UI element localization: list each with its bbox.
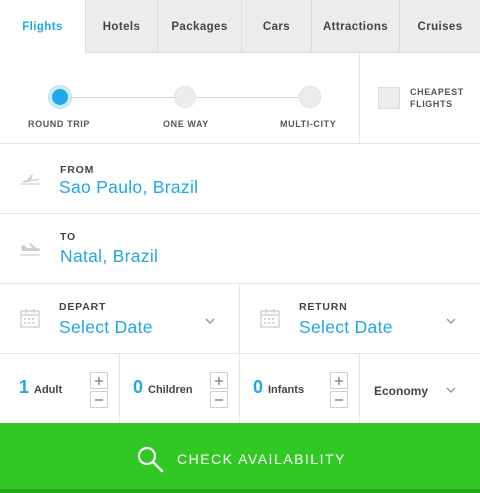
plus-icon: [215, 376, 223, 385]
plus-icon: [95, 376, 103, 385]
children-count: 0: [133, 377, 144, 397]
passenger-divider: [119, 354, 120, 424]
children-decrement-button[interactable]: [210, 391, 228, 408]
passenger-divider: [239, 354, 240, 424]
cheapest-flights-checkbox[interactable]: [378, 87, 400, 109]
tab-packages[interactable]: Packages: [158, 0, 242, 53]
tab-hotels[interactable]: Hotels: [86, 0, 158, 53]
plus-icon: [335, 376, 343, 385]
return-date-input[interactable]: Select Date: [299, 317, 393, 338]
infants-increment-button[interactable]: [330, 372, 348, 389]
infants-decrement-button[interactable]: [330, 391, 348, 408]
cheapest-label-line1: CHEAPEST: [410, 87, 464, 97]
minus-icon: [215, 398, 223, 401]
return-label: RETURN: [299, 301, 348, 313]
check-availability-label: CHECK AVAILABILITY: [177, 451, 346, 467]
adult-count: 1: [19, 377, 30, 397]
dates-divider: [239, 284, 240, 354]
one-way-label[interactable]: ONE WAY: [163, 119, 209, 129]
multi-city-label[interactable]: MULTI-CITY: [280, 119, 336, 129]
radio-multi-city[interactable]: [299, 86, 321, 108]
radio-one-way[interactable]: [174, 86, 196, 108]
cheapest-flights-option: CHEAPEST FLIGHTS: [360, 53, 480, 143]
calendar-icon: [20, 309, 40, 328]
check-availability-button[interactable]: CHECK AVAILABILITY: [0, 423, 480, 493]
cheapest-flights-label[interactable]: CHEAPEST FLIGHTS: [410, 86, 480, 110]
passengers-row: 1 Adult 0 Children 0 Infants Economy: [0, 353, 480, 424]
children-stepper: [210, 372, 228, 408]
children-label: Children: [148, 384, 193, 396]
cheapest-label-line2: FLIGHTS: [410, 99, 453, 109]
calendar-icon: [260, 309, 280, 328]
from-field[interactable]: FROM Sao Paulo, Brazil: [0, 143, 480, 213]
adult-decrement-button[interactable]: [90, 391, 108, 408]
from-input[interactable]: Sao Paulo, Brazil: [59, 177, 198, 198]
minus-icon: [95, 398, 103, 401]
depart-label: DEPART: [59, 301, 107, 313]
cabin-class-select[interactable]: Economy: [374, 384, 428, 398]
chevron-down-icon[interactable]: [446, 316, 456, 326]
from-label: FROM: [60, 164, 95, 176]
infants-count: 0: [253, 377, 264, 397]
children-increment-button[interactable]: [210, 372, 228, 389]
to-label: TO: [60, 231, 76, 243]
dates-row: DEPART Select Date RETURN Select Date: [0, 283, 480, 354]
infants-stepper: [330, 372, 348, 408]
tab-cruises[interactable]: Cruises: [400, 0, 480, 53]
adult-label: Adult: [34, 384, 63, 396]
plane-landing-icon: [20, 243, 41, 256]
depart-date-input[interactable]: Select Date: [59, 317, 153, 338]
to-input[interactable]: Natal, Brazil: [60, 246, 158, 267]
plane-takeoff-icon: [20, 175, 40, 185]
product-tabs: Flights Hotels Packages Cars Attractions…: [0, 0, 480, 54]
radio-round-trip[interactable]: [49, 86, 71, 108]
tab-attractions[interactable]: Attractions: [312, 0, 400, 53]
infants-label: Infants: [268, 384, 305, 396]
tab-cars[interactable]: Cars: [242, 0, 312, 53]
chevron-down-icon[interactable]: [446, 385, 456, 395]
to-field[interactable]: TO Natal, Brazil: [0, 213, 480, 283]
trip-type-selector: ROUND TRIP ONE WAY MULTI-CITY: [0, 53, 360, 143]
search-icon: [137, 446, 164, 473]
round-trip-label[interactable]: ROUND TRIP: [28, 119, 90, 129]
adult-increment-button[interactable]: [90, 372, 108, 389]
passenger-divider: [359, 354, 360, 424]
adult-stepper: [90, 372, 108, 408]
tab-flights[interactable]: Flights: [0, 0, 86, 54]
minus-icon: [335, 398, 343, 401]
chevron-down-icon[interactable]: [205, 316, 215, 326]
